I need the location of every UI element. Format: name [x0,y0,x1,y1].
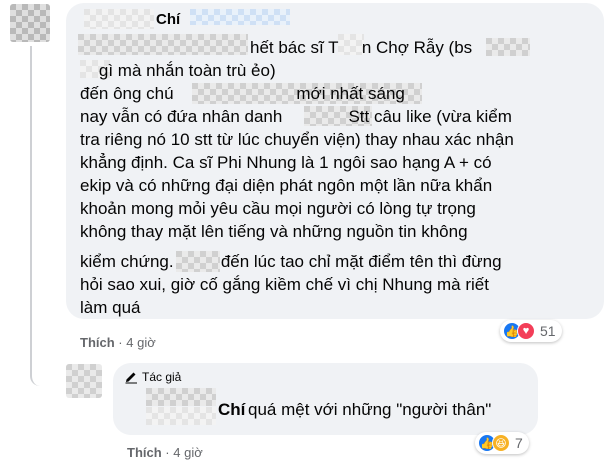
reply-avatar[interactable] [66,364,102,398]
reaction-count: 7 [515,435,523,451]
comment-line: làm quá [80,298,141,317]
comment-meta: Thích · 4 giờ [80,335,156,350]
like-button[interactable]: Thích [127,445,162,460]
haha-icon: 😆 [492,434,510,452]
comment-line: khoản mong mỏi yêu cầu mọi người có lòng… [80,199,476,218]
comment-author[interactable]: Chí [156,11,180,28]
blurred-name [84,9,154,29]
reply-time[interactable]: 4 giờ [173,445,203,460]
pen-icon [125,372,137,384]
comment-line: tra riêng nó 10 stt từ lúc chuyển viện) … [80,130,514,149]
blurred-text [486,38,530,56]
comment-line: ekip và có những đại diện phát ngôn một … [80,176,493,195]
comment-line: không thay mặt lên tiếng và những nguồn … [80,222,468,241]
comment-line: hỏi sao xui, giờ cố gắng kiềm chế vì chị… [80,275,489,294]
comment-time[interactable]: 4 giờ [126,335,156,350]
reply-text: quá mệt với những "người thân" [248,400,492,419]
badge-label: Tác giả [142,370,182,384]
blurred-badge [190,9,290,25]
reply-author[interactable]: Chí [218,400,245,420]
comment-line: khẳng định. Ca sĩ Phi Nhung là 1 ngôi sa… [80,153,492,172]
reply-reactions[interactable]: 👍 😆 7 [475,432,529,454]
like-button[interactable]: Thích [80,335,115,350]
blurred-name [146,407,216,425]
reply-meta: Thích · 4 giờ [127,445,203,460]
comment-line: đến ông chú mới nhất sáng [80,84,405,103]
comment-line: nay vẫn có đứa nhân danh Stt câu like (v… [80,107,512,126]
author-badge: Tác giả [124,370,181,384]
blurred-text [78,34,248,55]
reaction-count: 51 [540,323,556,339]
love-icon: ♥ [517,322,535,340]
comment-reactions[interactable]: 👍 ♥ 51 [500,320,562,342]
comment-line: hết bác sĩ T n Chợ Rẫy (bs [250,38,473,57]
blurred-name [146,388,216,406]
comment-line: kiểm chứng. đến lúc tao chỉ mặt điểm tên… [80,252,502,271]
thread-connector [30,46,60,386]
avatar[interactable] [10,4,50,42]
comment-line: gì mà nhắn toàn trù ẻo) [80,61,276,80]
